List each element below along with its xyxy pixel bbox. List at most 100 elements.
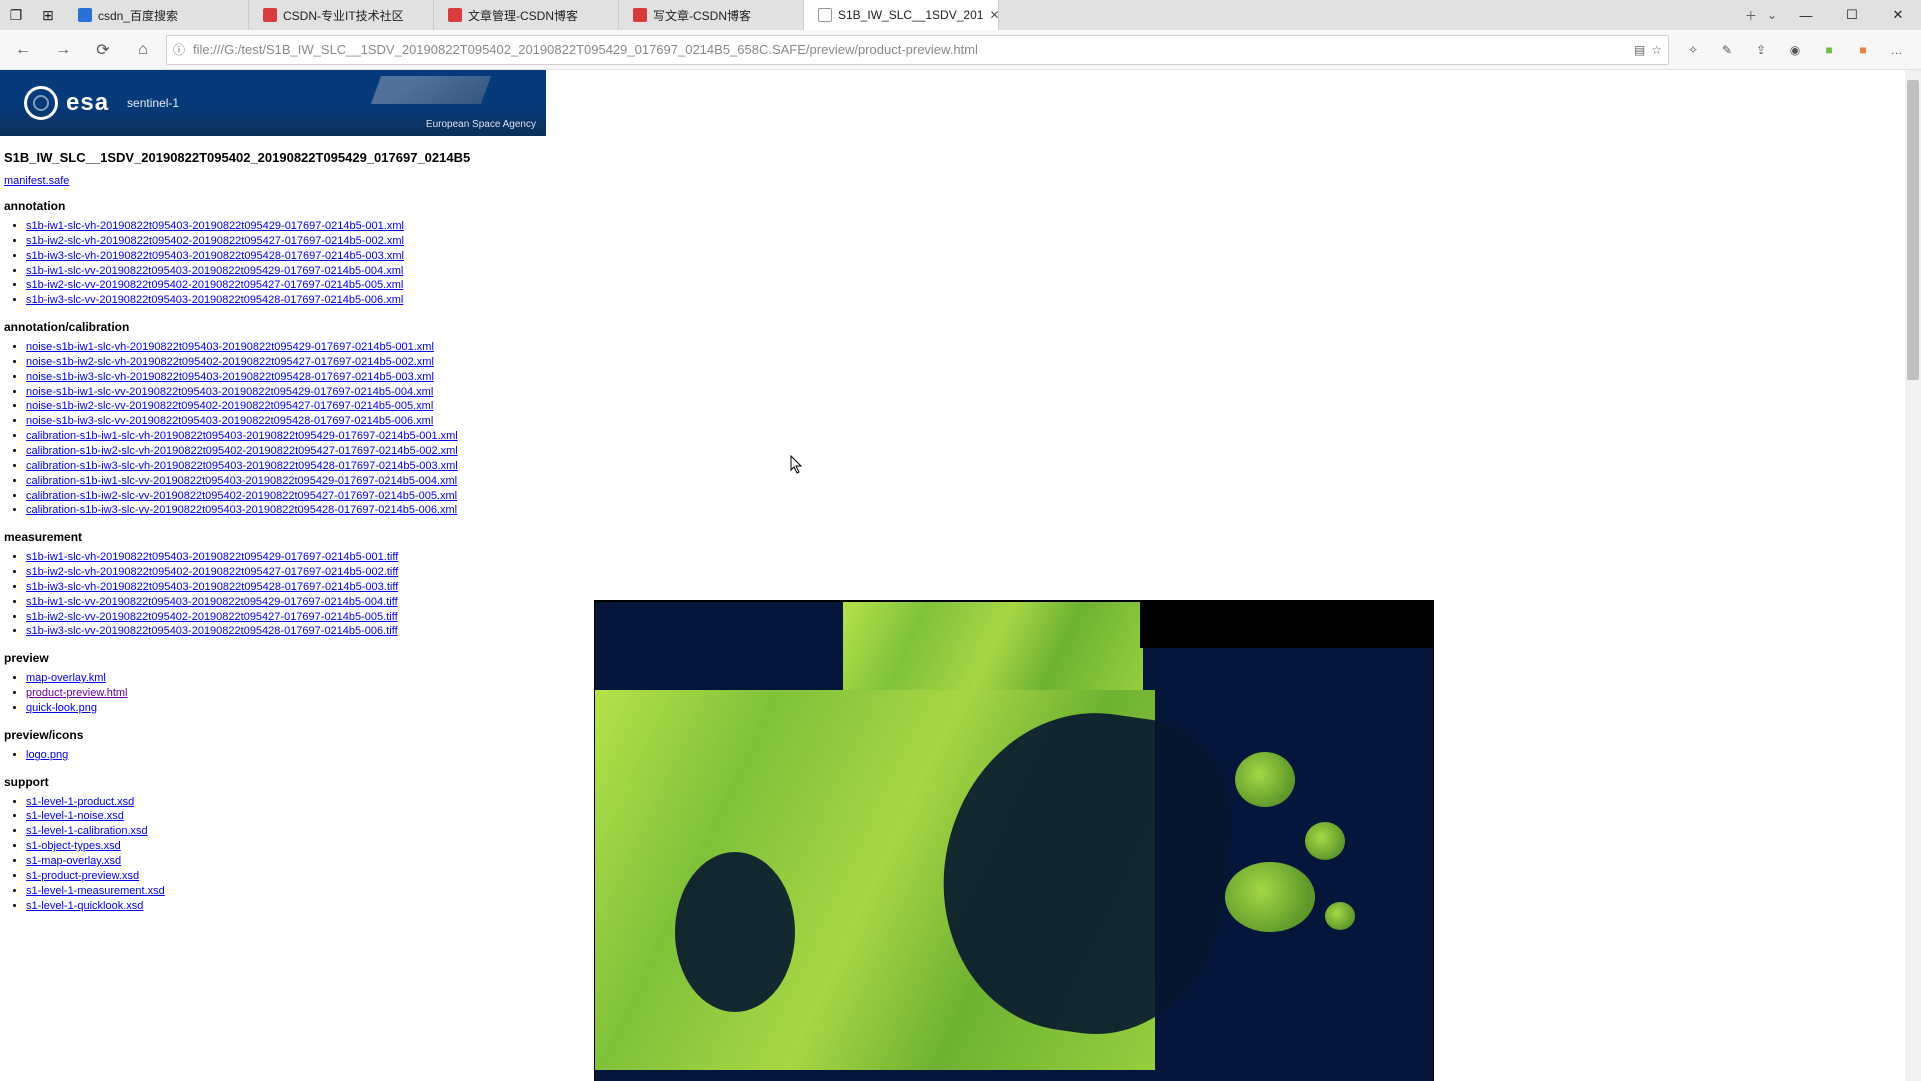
- address-bar[interactable]: ⓘ ▤ ☆: [166, 35, 1669, 65]
- mouse-cursor-icon: [790, 455, 804, 475]
- file-link[interactable]: noise-s1b-iw1-slc-vh-20190822t095403-201…: [26, 341, 434, 353]
- file-link[interactable]: noise-s1b-iw3-slc-vh-20190822t095403-201…: [26, 371, 434, 383]
- file-link[interactable]: s1b-iw2-slc-vh-20190822t095402-20190822t…: [26, 566, 398, 578]
- file-link[interactable]: s1b-iw1-slc-vv-20190822t095403-20190822t…: [26, 596, 398, 608]
- file-link[interactable]: map-overlay.kml: [26, 672, 106, 684]
- minimize-button[interactable]: —: [1783, 0, 1829, 30]
- file-link[interactable]: noise-s1b-iw1-slc-vv-20190822t095403-201…: [26, 386, 433, 398]
- list-item: noise-s1b-iw3-slc-vh-20190822t095403-201…: [26, 370, 1901, 385]
- notes-icon[interactable]: ✎: [1717, 40, 1737, 60]
- tabs-overflow-button[interactable]: ⌄: [1767, 8, 1777, 22]
- file-link[interactable]: s1b-iw3-slc-vv-20190822t095403-20190822t…: [26, 294, 403, 306]
- tab-favicon: [818, 8, 832, 22]
- browser-tab-1[interactable]: CSDN-专业IT技术社区: [249, 0, 434, 30]
- file-link[interactable]: s1-product-preview.xsd: [26, 870, 139, 882]
- file-link[interactable]: s1b-iw3-slc-vh-20190822t095403-20190822t…: [26, 250, 404, 262]
- browser-tabs: csdn_百度搜索CSDN-专业IT技术社区 文章管理-CSDN博客 写文章-CSD…: [64, 0, 1739, 30]
- extension-c-icon[interactable]: ■: [1853, 40, 1873, 60]
- file-link[interactable]: product-preview.html: [26, 687, 128, 699]
- home-button[interactable]: ⌂: [126, 34, 160, 66]
- land-band-top: [843, 602, 1143, 692]
- favorites-icon[interactable]: ✧: [1683, 40, 1703, 60]
- back-button[interactable]: ←: [6, 34, 40, 66]
- section-list: noise-s1b-iw1-slc-vh-20190822t095403-201…: [26, 340, 1901, 518]
- file-link[interactable]: s1-level-1-calibration.xsd: [26, 825, 148, 837]
- esa-logo: esa: [24, 86, 109, 120]
- tab-favicon: [263, 8, 277, 22]
- file-link[interactable]: s1-level-1-measurement.xsd: [26, 885, 165, 897]
- toolbar-right: ✧ ✎ ⇪ ◉ ■ ■ …: [1675, 40, 1915, 60]
- file-link[interactable]: calibration-s1b-iw1-slc-vh-20190822t0954…: [26, 430, 458, 442]
- list-item: s1b-iw3-slc-vh-20190822t095403-20190822t…: [26, 580, 1901, 595]
- list-item: noise-s1b-iw2-slc-vv-20190822t095402-201…: [26, 399, 1901, 414]
- file-link[interactable]: noise-s1b-iw2-slc-vh-20190822t095402-201…: [26, 356, 434, 368]
- taskview-button[interactable]: ❐: [0, 0, 32, 30]
- file-link[interactable]: s1b-iw1-slc-vv-20190822t095403-20190822t…: [26, 265, 403, 277]
- file-link[interactable]: s1-level-1-noise.xsd: [26, 810, 124, 822]
- file-link[interactable]: s1b-iw2-slc-vv-20190822t095402-20190822t…: [26, 611, 398, 623]
- manifest-link[interactable]: manifest.safe: [4, 175, 69, 187]
- tab-close-icon[interactable]: ✕: [989, 8, 999, 22]
- close-window-button[interactable]: ✕: [1875, 0, 1921, 30]
- browser-tab-3[interactable]: 写文章-CSDN博客: [619, 0, 804, 30]
- section-list: s1b-iw1-slc-vh-20190822t095403-20190822t…: [26, 219, 1901, 308]
- address-input[interactable]: [191, 41, 1628, 58]
- file-link[interactable]: calibration-s1b-iw2-slc-vv-20190822t0954…: [26, 490, 457, 502]
- refresh-button[interactable]: ⟳: [86, 34, 120, 66]
- file-link[interactable]: noise-s1b-iw2-slc-vv-20190822t095402-201…: [26, 400, 433, 412]
- app-switch-button[interactable]: ⊞: [32, 0, 64, 30]
- file-link[interactable]: logo.png: [26, 749, 68, 761]
- file-link[interactable]: calibration-s1b-iw3-slc-vh-20190822t0954…: [26, 460, 458, 472]
- file-link[interactable]: s1b-iw3-slc-vh-20190822t095403-20190822t…: [26, 581, 398, 593]
- island-4: [1325, 902, 1355, 930]
- extension-a-icon[interactable]: ◉: [1785, 40, 1805, 60]
- list-item: calibration-s1b-iw3-slc-vv-20190822t0954…: [26, 503, 1901, 518]
- more-menu-icon[interactable]: …: [1887, 40, 1907, 60]
- tab-label: S1B_IW_SLC__1SDV_201: [838, 8, 983, 22]
- file-link[interactable]: s1b-iw2-slc-vv-20190822t095402-20190822t…: [26, 279, 403, 291]
- file-link[interactable]: s1b-iw1-slc-vh-20190822t095403-20190822t…: [26, 551, 398, 563]
- favorite-star-icon[interactable]: ☆: [1651, 43, 1662, 57]
- file-link[interactable]: s1-object-types.xsd: [26, 840, 121, 852]
- browser-toolbar: ← → ⟳ ⌂ ⓘ ▤ ☆ ✧ ✎ ⇪ ◉ ■ ■ …: [0, 30, 1921, 70]
- tabs-trail: ＋ ⌄: [1739, 0, 1783, 30]
- file-link[interactable]: s1b-iw1-slc-vh-20190822t095403-20190822t…: [26, 220, 404, 232]
- section-header: measurement: [4, 530, 1901, 544]
- file-link[interactable]: s1b-iw2-slc-vh-20190822t095402-20190822t…: [26, 235, 404, 247]
- site-info-icon[interactable]: ⓘ: [173, 41, 185, 58]
- file-link[interactable]: s1-level-1-quicklook.xsd: [26, 900, 143, 912]
- browser-tab-4[interactable]: S1B_IW_SLC__1SDV_201 ✕: [804, 0, 999, 30]
- file-link[interactable]: calibration-s1b-iw1-slc-vv-20190822t0954…: [26, 475, 457, 487]
- mission-label: sentinel-1: [127, 96, 179, 110]
- file-link[interactable]: s1-map-overlay.xsd: [26, 855, 121, 867]
- island-3: [1305, 822, 1345, 860]
- file-link[interactable]: calibration-s1b-iw2-slc-vh-20190822t0954…: [26, 445, 458, 457]
- quicklook-frame: [595, 602, 1433, 1081]
- esa-banner: esa sentinel-1 European Space Agency: [0, 70, 546, 136]
- list-item: calibration-s1b-iw1-slc-vh-20190822t0954…: [26, 429, 1901, 444]
- file-link[interactable]: quick-look.png: [26, 702, 97, 714]
- list-item: s1b-iw1-slc-vv-20190822t095403-20190822t…: [26, 264, 1901, 279]
- list-item: s1b-iw2-slc-vh-20190822t095402-20190822t…: [26, 234, 1901, 249]
- file-link[interactable]: s1b-iw3-slc-vv-20190822t095403-20190822t…: [26, 625, 398, 637]
- maximize-button[interactable]: ☐: [1829, 0, 1875, 30]
- list-item: noise-s1b-iw2-slc-vh-20190822t095402-201…: [26, 355, 1901, 370]
- list-item: s1b-iw3-slc-vv-20190822t095403-20190822t…: [26, 293, 1901, 308]
- quicklook-image: [594, 600, 1434, 1081]
- agency-label: European Space Agency: [426, 119, 536, 130]
- file-link[interactable]: calibration-s1b-iw3-slc-vv-20190822t0954…: [26, 504, 457, 516]
- forward-button[interactable]: →: [46, 34, 80, 66]
- browser-tab-2[interactable]: 文章管理-CSDN博客: [434, 0, 619, 30]
- browser-tab-0[interactable]: csdn_百度搜索: [64, 0, 249, 30]
- scrollbar-thumb[interactable]: [1907, 80, 1919, 380]
- file-link[interactable]: noise-s1b-iw3-slc-vv-20190822t095403-201…: [26, 415, 433, 427]
- page-scrollbar[interactable]: [1905, 70, 1921, 1081]
- tab-label: 文章管理-CSDN博客: [468, 7, 578, 24]
- reader-mode-icon[interactable]: ▤: [1634, 43, 1645, 57]
- new-tab-button[interactable]: ＋: [1745, 7, 1757, 24]
- file-link[interactable]: s1-level-1-product.xsd: [26, 796, 134, 808]
- extension-b-icon[interactable]: ■: [1819, 40, 1839, 60]
- share-icon[interactable]: ⇪: [1751, 40, 1771, 60]
- tab-label: 写文章-CSDN博客: [653, 7, 751, 24]
- list-item: calibration-s1b-iw2-slc-vv-20190822t0954…: [26, 489, 1901, 504]
